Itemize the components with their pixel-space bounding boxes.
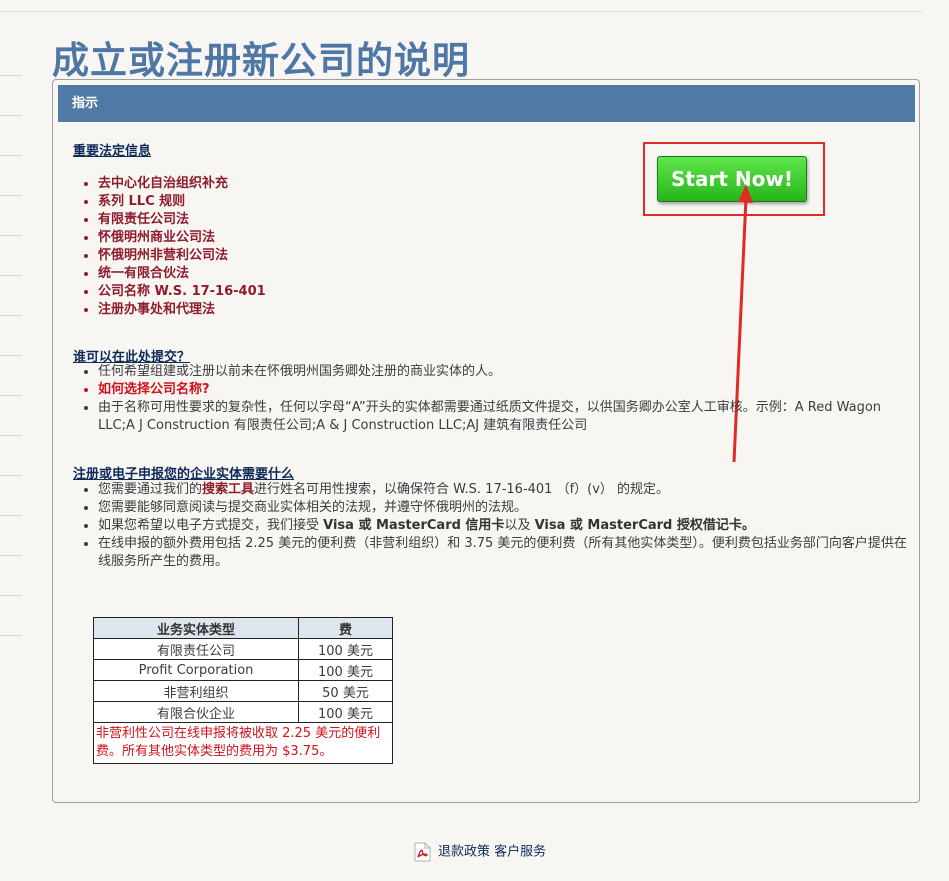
table-row: 有限责任公司 100 美元: [93, 638, 393, 660]
who-can-file-list: 任何希望组建或注册以前未在怀俄明州国务卿处注册的商业实体的人。 如何选择公司名称…: [73, 363, 918, 435]
convenience-fee-note: 非营利性公司在线申报将被收取 2.25 美元的便利费。所有其他实体类型的费用为 …: [93, 722, 393, 764]
table-row: Profit Corporation 100 美元: [93, 659, 393, 681]
entity-type-cell: 有限合伙企业: [93, 701, 299, 723]
requirement-text: 进行姓名可用性搜索，以确保符合 W.S. 17-16-401 （f）(v） 的规…: [254, 482, 670, 497]
top-divider: [0, 11, 922, 12]
pdf-icon: [414, 842, 431, 862]
credit-card-text: Visa 或 MasterCard 信用卡: [323, 518, 505, 533]
search-tool-link[interactable]: 搜索工具: [202, 482, 254, 497]
debit-card-text: Visa 或 MasterCard 授权借记卡。: [534, 518, 755, 533]
fee-cell: 100 美元: [298, 659, 393, 681]
fee-cell: 50 美元: [298, 680, 393, 702]
column-header-fee: 费: [298, 617, 393, 639]
requirement-text: 以及: [504, 518, 535, 533]
entity-type-cell: 有限责任公司: [93, 638, 299, 660]
requirement-text: 如果您希望以电子方式提交，我们接受: [98, 518, 324, 533]
requirement-text: 您需要通过我们的: [98, 482, 203, 497]
entity-type-cell: 非营利组织: [93, 680, 299, 702]
customer-service-link[interactable]: 客户服务: [494, 845, 546, 860]
requirement-name-search: 您需要通过我们的搜索工具进行姓名可用性搜索，以确保符合 W.S. 17-16-4…: [98, 481, 918, 499]
requirements-title: 注册或电子申报您的企业实体需要什么: [73, 467, 295, 482]
requirement-statutes: 您需要能够同意阅读与提交商业实体相关的法规，并遵守怀俄明州的法规。: [98, 499, 918, 517]
table-header-row: 业务实体类型 费: [93, 617, 393, 639]
entity-type-cell: Profit Corporation: [93, 659, 299, 681]
instructions-panel: 指示 重要法定信息 去中心化自治组织补充 系列 LLC 规则 有限责任公司法 怀…: [52, 79, 920, 803]
table-row: 非营利组织 50 美元: [93, 680, 393, 702]
column-header-entity-type: 业务实体类型: [93, 617, 299, 639]
who-item-letter-a: 由于名称可用性要求的复杂性，任何以字母“A”开头的实体都需要通过纸质文件提交，以…: [98, 399, 918, 435]
who-item-anyone: 任何希望组建或注册以前未在怀俄明州国务卿处注册的商业实体的人。: [98, 363, 918, 381]
page-title: 成立或注册新公司的说明: [52, 39, 470, 82]
requirement-payment: 如果您希望以电子方式提交，我们接受 Visa 或 MasterCard 信用卡以…: [98, 517, 918, 535]
table-note-row: 非营利性公司在线申报将被收取 2.25 美元的便利费。所有其他实体类型的费用为 …: [93, 722, 393, 764]
requirement-fees: 在线申报的额外费用包括 2.25 美元的便利费（非营利组织）和 3.75 美元的…: [98, 535, 918, 571]
choose-name-link[interactable]: 如何选择公司名称?: [98, 381, 918, 399]
fee-cell: 100 美元: [298, 638, 393, 660]
table-row: 有限合伙企业 100 美元: [93, 701, 393, 723]
fee-table: 业务实体类型 费 有限责任公司 100 美元 Profit Corporatio…: [93, 617, 393, 764]
refund-policy-link[interactable]: 退款政策: [438, 845, 490, 860]
fee-cell: 100 美元: [298, 701, 393, 723]
left-margin-ticks: [0, 0, 22, 881]
footer: 退款政策 客户服务: [414, 842, 546, 862]
requirements-list: 您需要通过我们的搜索工具进行姓名可用性搜索，以确保符合 W.S. 17-16-4…: [73, 481, 918, 571]
